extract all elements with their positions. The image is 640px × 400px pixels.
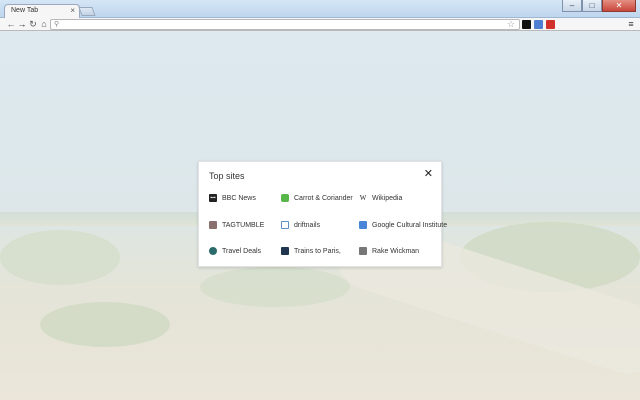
top-site-wikipedia[interactable]: W Wikipedia (359, 192, 402, 204)
extension-dark-icon[interactable] (522, 20, 531, 29)
translate-icon[interactable] (534, 20, 543, 29)
window-close-button[interactable]: ✕ (602, 0, 636, 12)
travel-deals-icon (209, 247, 217, 255)
bookmark-star-icon[interactable]: ☆ (507, 19, 515, 30)
reload-icon[interactable]: ↻ (28, 19, 38, 29)
top-site-label: Carrot & Coriander (294, 194, 353, 202)
top-site-google-cultural-institute[interactable]: Google Cultural Institute (359, 219, 447, 231)
omnibox[interactable]: ⚲ ☆ (50, 19, 520, 30)
home-icon[interactable]: ⌂ (39, 19, 49, 29)
top-site-tagtumble[interactable]: TAGTUMBLE (209, 219, 264, 231)
forward-icon[interactable]: → (17, 19, 27, 29)
top-site-carrot-coriander[interactable]: Carrot & Coriander (281, 192, 353, 204)
top-site-label: Google Cultural Institute (372, 221, 448, 229)
top-site-label: BBC News (222, 194, 256, 202)
window-controls: – □ ✕ (562, 0, 636, 12)
trains-icon (281, 247, 289, 255)
top-sites-panel: Top sites ✕ ▪▪▪ BBC News Carrot & Corian… (198, 161, 447, 267)
top-sites-title: Top sites (209, 171, 245, 181)
top-site-label: Wikipedia (372, 194, 403, 202)
tab-new-tab[interactable]: New Tab × (4, 4, 80, 19)
top-site-rake-wickman[interactable]: Rake Wickman (359, 245, 419, 257)
bbc-icon: ▪▪▪ (209, 194, 217, 202)
back-icon[interactable]: ← (6, 19, 16, 29)
driftnails-icon (281, 221, 289, 229)
top-site-label: driftnails (294, 221, 321, 229)
tab-title: New Tab (11, 7, 39, 14)
wikipedia-icon: W (359, 194, 367, 202)
tab-close-icon[interactable]: × (70, 6, 75, 15)
close-icon[interactable]: ✕ (424, 167, 433, 180)
menu-icon[interactable]: ≡ (626, 19, 636, 29)
rake-wickman-icon (359, 247, 367, 255)
background-bush (40, 302, 170, 347)
top-site-label: Rake Wickman (372, 247, 420, 255)
minimize-button[interactable]: – (562, 0, 582, 12)
top-site-label: Trains to Paris, (294, 247, 341, 255)
carrot-coriander-icon (281, 194, 289, 202)
top-site-label: Travel Deals (222, 247, 262, 255)
title-bar: New Tab × – □ ✕ (0, 0, 640, 19)
top-site-bbc-news[interactable]: ▪▪▪ BBC News (209, 192, 256, 204)
maximize-button[interactable]: □ (582, 0, 602, 12)
top-site-label: TAGTUMBLE (222, 221, 265, 229)
top-site-driftnails[interactable]: driftnails (281, 219, 320, 231)
top-site-travel-deals[interactable]: Travel Deals (209, 245, 261, 257)
tagtumble-icon (209, 221, 217, 229)
extension-red-icon[interactable] (546, 20, 555, 29)
new-tab-button[interactable] (78, 7, 96, 16)
top-site-trains-to-paris[interactable]: Trains to Paris, (281, 245, 341, 257)
background-bush (200, 267, 350, 307)
background-bush (0, 230, 120, 285)
search-icon: ⚲ (54, 21, 60, 28)
google-cultural-icon (359, 221, 367, 229)
browser-toolbar: ← → ↻ ⌂ ⚲ ☆ ≡ (0, 18, 640, 31)
